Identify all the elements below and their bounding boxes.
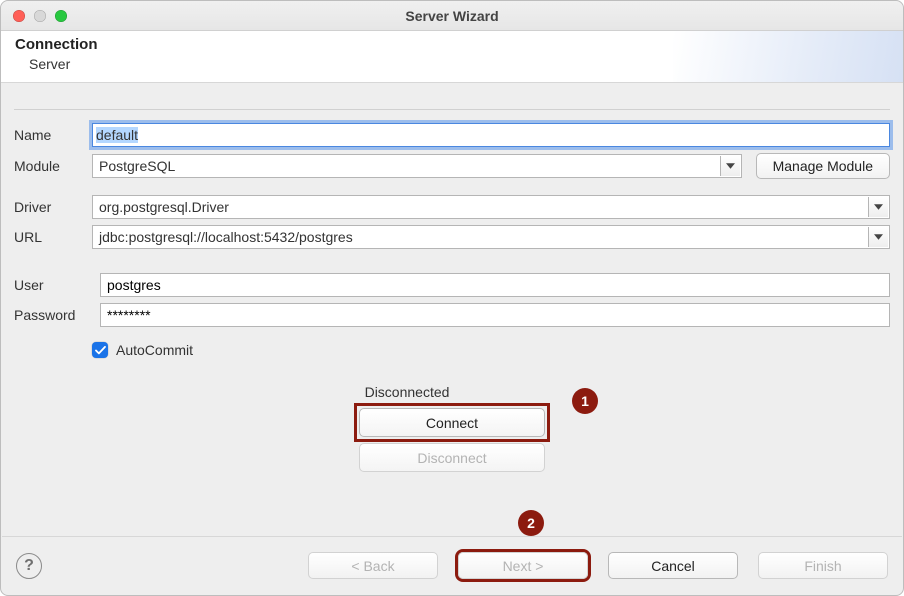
module-combo[interactable]: PostgreSQL [92,154,742,178]
connection-status: Disconnected [365,384,450,400]
next-button: Next > [458,552,588,579]
disconnect-button: Disconnect [359,443,545,472]
chevron-down-icon[interactable] [868,227,888,247]
user-input[interactable] [100,273,890,297]
name-label: Name [14,127,92,143]
close-icon[interactable] [13,10,25,22]
driver-combo[interactable]: org.postgresql.Driver [92,195,890,219]
page-subheading: Server [29,56,889,72]
help-icon[interactable]: ? [16,553,42,579]
callout-badge-2: 2 [518,510,544,536]
titlebar: Server Wizard [1,1,903,31]
module-value: PostgreSQL [99,158,175,174]
finish-button: Finish [758,552,888,579]
chevron-down-icon[interactable] [720,156,740,176]
password-label: Password [14,307,100,323]
driver-label: Driver [14,199,92,215]
name-input[interactable]: default [92,123,890,147]
manage-module-button[interactable]: Manage Module [756,153,890,179]
cancel-button[interactable]: Cancel [608,552,738,579]
window-title: Server Wizard [405,8,498,24]
url-label: URL [14,229,92,245]
password-input[interactable] [100,303,890,327]
back-button: < Back [308,552,438,579]
autocommit-checkbox[interactable] [92,342,108,358]
user-label: User [14,277,100,293]
wizard-window: Server Wizard Connection Server Name def… [0,0,904,596]
url-combo[interactable]: jdbc:postgresql://localhost:5432/postgre… [92,225,890,249]
callout-badge-1: 1 [572,388,598,414]
autocommit-label: AutoCommit [116,342,193,358]
form-area: Name default Module PostgreSQL Manage Mo… [2,83,902,535]
page-header: Connection Server [1,31,903,83]
url-value: jdbc:postgresql://localhost:5432/postgre… [99,229,353,245]
wizard-footer: ? < Back Next > 2 Cancel Finish [2,536,902,594]
window-controls [13,10,67,22]
minimize-icon [34,10,46,22]
page-heading: Connection [15,36,889,53]
chevron-down-icon[interactable] [868,197,888,217]
zoom-icon[interactable] [55,10,67,22]
callout-rect-1 [354,403,550,442]
module-label: Module [14,158,92,174]
driver-value: org.postgresql.Driver [99,199,229,215]
